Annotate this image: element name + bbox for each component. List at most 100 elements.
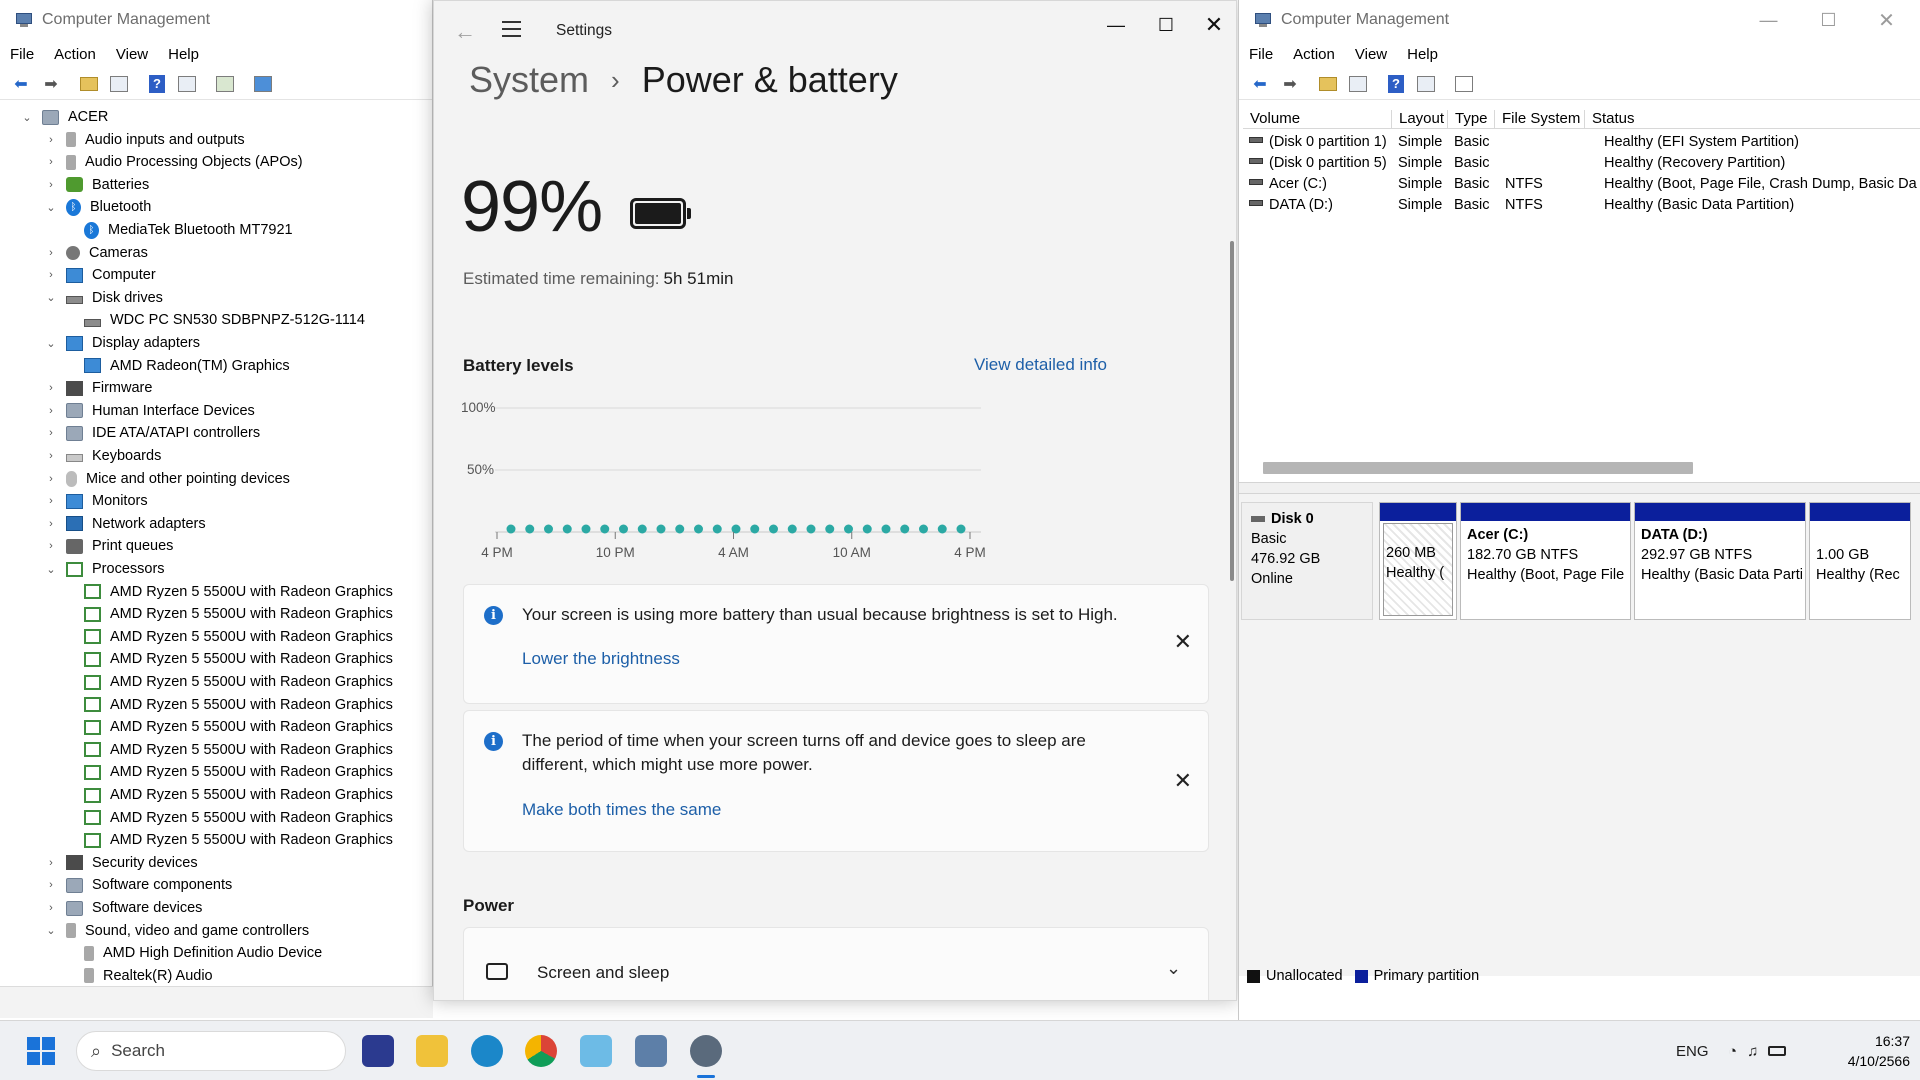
tree-item[interactable]: › Mice and other pointing devices [44, 468, 290, 490]
volume-row[interactable]: DATA (D:) Simple Basic NTFS Healthy (Basic D… [1243, 195, 1920, 215]
microsoft-store-icon[interactable] [362, 1035, 394, 1067]
screen-and-sleep-row[interactable]: Screen and sleep ⌄ [463, 927, 1209, 1000]
horizontal-scrollbar[interactable] [1263, 462, 1693, 474]
help-icon[interactable]: ? [146, 73, 168, 95]
chevron-down-icon[interactable]: ⌄ [44, 337, 58, 350]
tree-item[interactable]: AMD Ryzen 5 5500U with Radeon Graphics [68, 671, 393, 693]
tree-item[interactable]: ⌄ Sound, video and game controllers [44, 920, 309, 942]
tree-item[interactable]: › Cameras [44, 242, 148, 264]
chevron-down-icon[interactable]: ⌄ [44, 924, 58, 937]
menu-file[interactable]: File [10, 46, 34, 63]
chevron-right-icon[interactable]: › [44, 427, 58, 439]
view-detailed-info-link[interactable]: View detailed info [974, 355, 1107, 375]
tree-item[interactable]: AMD Ryzen 5 5500U with Radeon Graphics [68, 581, 393, 603]
chevron-right-icon[interactable]: › [44, 382, 58, 394]
edge-browser-icon[interactable] [471, 1035, 503, 1067]
maximize-icon[interactable]: ☐ [1144, 9, 1188, 41]
chevron-right-icon[interactable]: › [44, 134, 58, 146]
tree-item[interactable]: › Batteries [44, 174, 149, 196]
chevron-down-icon[interactable]: ⌄ [44, 563, 58, 576]
up-folder-icon[interactable] [78, 73, 100, 95]
chevron-down-icon[interactable]: ⌄ [44, 291, 58, 304]
menu-action[interactable]: Action [1293, 46, 1335, 63]
lower-brightness-link[interactable]: Lower the brightness [522, 649, 680, 669]
chevron-right-icon[interactable]: › [44, 495, 58, 507]
menu-help[interactable]: Help [1407, 46, 1438, 63]
tree-item[interactable]: › Audio inputs and outputs [44, 129, 244, 151]
photos-app-icon[interactable] [580, 1035, 612, 1067]
tree-item[interactable]: › Monitors [44, 490, 147, 512]
menu-help[interactable]: Help [168, 46, 199, 63]
forward-arrow-icon[interactable]: ➡ [1279, 73, 1301, 95]
chevron-down-icon[interactable]: ⌄ [44, 201, 58, 214]
tree-item[interactable]: AMD Ryzen 5 5500U with Radeon Graphics [68, 716, 393, 738]
tree-item[interactable]: › Network adapters [44, 513, 205, 535]
column-type[interactable]: Type [1448, 110, 1495, 128]
settings-gear-icon[interactable] [690, 1035, 722, 1067]
tree-item[interactable]: AMD Ryzen 5 5500U with Radeon Graphics [68, 829, 393, 851]
tree-item[interactable]: › Software devices [44, 897, 202, 919]
tree-item[interactable]: › Firmware [44, 377, 152, 399]
chevron-right-icon[interactable]: › [44, 540, 58, 552]
menu-view[interactable]: View [1355, 46, 1387, 63]
disk-info-box[interactable]: Disk 0 Basic 476.92 GB Online [1241, 502, 1373, 620]
up-folder-icon[interactable] [1317, 73, 1339, 95]
tree-item[interactable]: ᛒ MediaTek Bluetooth MT7921 [68, 219, 293, 241]
scrollbar[interactable] [1230, 241, 1234, 581]
chevron-right-icon[interactable]: › [44, 156, 58, 168]
tree-item[interactable]: Realtek(R) Audio [68, 965, 213, 986]
tree-item[interactable]: ⌄ Display adapters [44, 332, 200, 354]
properties-icon[interactable] [1415, 73, 1437, 95]
settings-list-icon[interactable] [1453, 73, 1475, 95]
dismiss-close-icon[interactable]: ✕ [1174, 629, 1192, 655]
back-arrow-icon[interactable]: ⬅ [10, 73, 32, 95]
tree-item[interactable]: AMD Ryzen 5 5500U with Radeon Graphics [68, 784, 393, 806]
tree-item[interactable]: AMD High Definition Audio Device [68, 942, 322, 964]
tree-item[interactable]: › Software components [44, 874, 232, 896]
partition-acer-c[interactable]: Acer (C:) 182.70 GB NTFS Healthy (Boot, … [1460, 502, 1631, 620]
computer-management-taskbar-icon[interactable] [635, 1035, 667, 1067]
volume-row[interactable]: (Disk 0 partition 1) Simple Basic Healthy (… [1243, 132, 1920, 152]
tree-item[interactable]: › Print queues [44, 535, 173, 557]
chevron-down-icon[interactable]: ⌄ [20, 111, 34, 124]
tree-item[interactable]: AMD Ryzen 5 5500U with Radeon Graphics [68, 761, 393, 783]
partition-recovery[interactable]: 1.00 GB Healthy (Rec [1809, 502, 1911, 620]
monitor-icon[interactable] [252, 73, 274, 95]
minimize-icon[interactable]: — [1094, 9, 1138, 41]
menu-file[interactable]: File [1249, 46, 1273, 63]
tree-item[interactable]: ⌄ ACER [20, 106, 108, 128]
back-arrow-icon[interactable]: ⬅ [1249, 73, 1271, 95]
chevron-right-icon[interactable]: › [44, 857, 58, 869]
tree-item[interactable]: › Security devices [44, 852, 197, 874]
chevron-right-icon[interactable]: › [44, 473, 58, 485]
menu-view[interactable]: View [116, 46, 148, 63]
chevron-right-icon[interactable]: › [44, 269, 58, 281]
chrome-browser-icon[interactable] [525, 1035, 557, 1067]
partition-data-d[interactable]: DATA (D:) 292.97 GB NTFS Healthy (Basic … [1634, 502, 1806, 620]
start-windows-icon[interactable] [25, 1035, 57, 1067]
chevron-right-icon[interactable]: › [44, 902, 58, 914]
help-icon[interactable]: ? [1385, 73, 1407, 95]
chevron-right-icon[interactable]: › [44, 247, 58, 259]
show-hide-console-tree-icon[interactable] [1347, 73, 1369, 95]
column-layout[interactable]: Layout [1392, 110, 1448, 128]
forward-arrow-icon[interactable]: ➡ [40, 73, 62, 95]
properties-icon[interactable] [176, 73, 198, 95]
menu-action[interactable]: Action [54, 46, 96, 63]
chevron-right-icon[interactable]: › [44, 518, 58, 530]
minimize-icon[interactable]: — [1741, 5, 1796, 35]
tree-item[interactable]: › Keyboards [44, 445, 161, 467]
tree-item[interactable]: AMD Ryzen 5 5500U with Radeon Graphics [68, 603, 393, 625]
partition-efi[interactable]: 260 MB Healthy ( [1379, 502, 1457, 620]
tree-item[interactable]: AMD Radeon(TM) Graphics [68, 355, 290, 377]
tree-item[interactable]: AMD Ryzen 5 5500U with Radeon Graphics [68, 807, 393, 829]
close-icon[interactable]: ✕ [1192, 9, 1236, 41]
chevron-right-icon[interactable]: › [44, 179, 58, 191]
tree-item[interactable]: AMD Ryzen 5 5500U with Radeon Graphics [68, 739, 393, 761]
volume-row[interactable]: (Disk 0 partition 5) Simple Basic Healthy (… [1243, 153, 1920, 173]
settings-title-bar[interactable]: ← Settings — ☐ ✕ [434, 1, 1236, 63]
scan-hardware-icon[interactable] [214, 73, 236, 95]
column-volume[interactable]: Volume [1243, 110, 1392, 128]
chevron-down-icon[interactable]: ⌄ [1166, 958, 1181, 979]
file-explorer-icon[interactable] [416, 1035, 448, 1067]
